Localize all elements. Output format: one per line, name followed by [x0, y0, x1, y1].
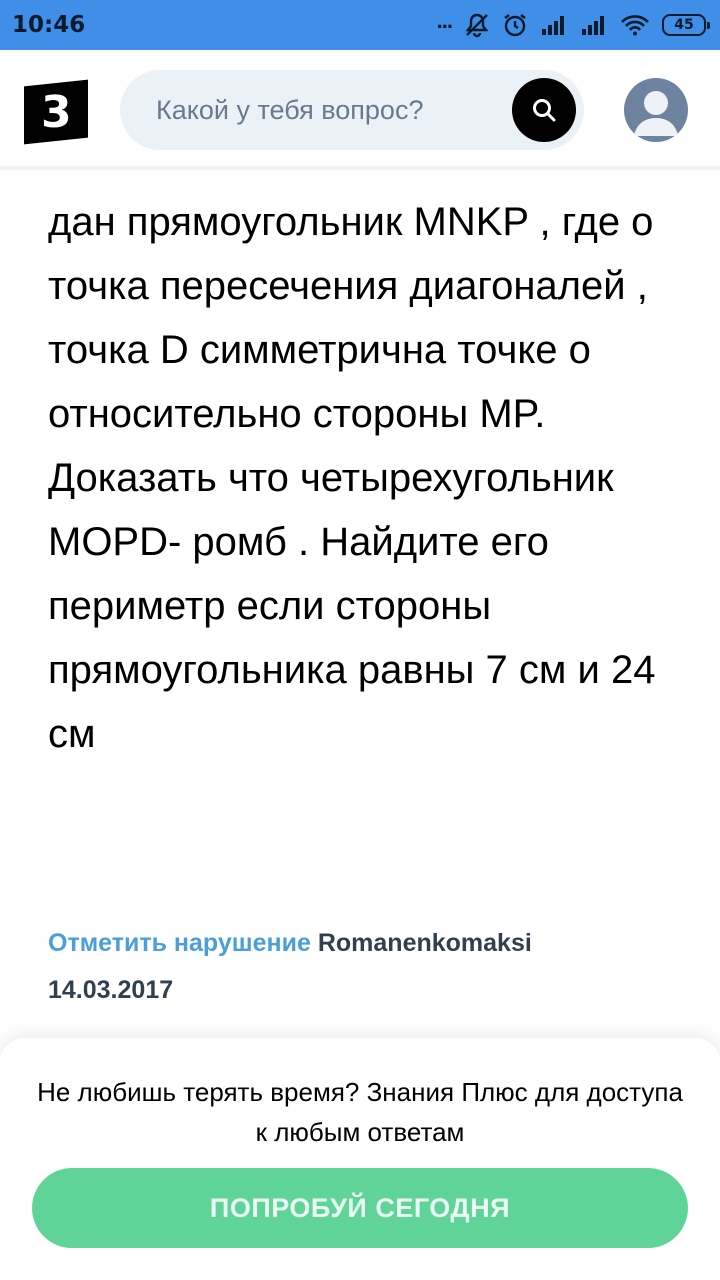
- signal-icon-1: [540, 14, 568, 36]
- user-avatar-button[interactable]: [624, 78, 688, 142]
- search-button[interactable]: [512, 78, 576, 142]
- battery-icon: 45: [662, 14, 710, 36]
- logo-text: 3: [40, 86, 72, 138]
- question-author[interactable]: Romanenkomaksi: [318, 929, 532, 957]
- question-date: 14.03.2017: [48, 976, 174, 1004]
- status-bar: 10:46 ... 45: [0, 0, 720, 50]
- question-meta: Отметить нарушение Romanenkomaksi 14.03.…: [48, 920, 688, 1014]
- question-text: дан прямоугольник MNKP , где о точка пер…: [48, 200, 656, 756]
- more-notifications-icon: ...: [436, 8, 453, 33]
- app-header: 3: [0, 50, 720, 170]
- status-icons: ... 45: [437, 8, 710, 38]
- battery-level: 45: [674, 17, 694, 33]
- user-avatar-icon: [634, 91, 678, 136]
- report-violation-link[interactable]: Отметить нарушение: [48, 929, 311, 957]
- promo-text: Не любишь терять время? Знания Плюс для …: [37, 1077, 683, 1147]
- mute-icon: [464, 12, 490, 38]
- search-input[interactable]: [156, 94, 496, 126]
- signal-icon-2: [580, 14, 608, 36]
- search-bar: [120, 70, 584, 150]
- promo-panel: Не любишь терять время? Знания Плюс для …: [0, 1038, 720, 1280]
- alarm-icon: [502, 12, 528, 38]
- search-icon: [533, 99, 556, 122]
- try-today-button[interactable]: ПОПРОБУЙ СЕГОДНЯ: [32, 1168, 688, 1248]
- wifi-icon: [620, 14, 650, 36]
- app-logo[interactable]: 3: [24, 79, 88, 145]
- status-time: 10:46: [12, 12, 86, 38]
